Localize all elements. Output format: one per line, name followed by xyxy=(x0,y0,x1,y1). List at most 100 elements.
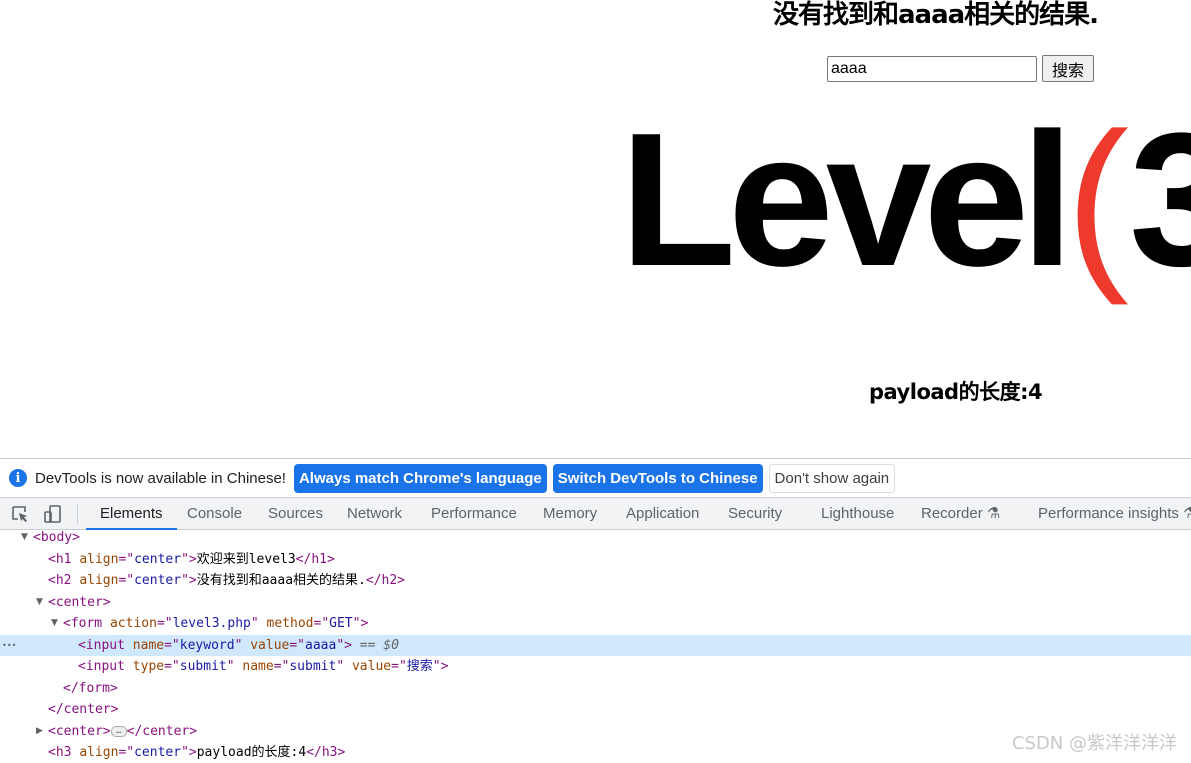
code-token-tag: "> xyxy=(336,637,352,653)
code-token-eq: == $0 xyxy=(351,637,399,653)
code-token-tag: <h2 xyxy=(48,573,80,588)
tab-label: Console xyxy=(187,505,243,522)
dom-node-row[interactable]: </center> xyxy=(0,699,1191,720)
tab-security[interactable]: Security xyxy=(728,498,782,530)
code-token-attr: align xyxy=(79,573,119,588)
code-token-tag: <body> xyxy=(33,530,80,545)
dom-node-row[interactable]: ▼ <body> xyxy=(0,527,1191,548)
tab-sources[interactable]: Sources xyxy=(268,498,323,530)
tab-lighthouse[interactable]: Lighthouse xyxy=(821,498,894,530)
code-token-tag: </h1> xyxy=(295,551,335,567)
tab-performance[interactable]: Performance xyxy=(431,498,517,530)
tab-console[interactable]: Console xyxy=(187,498,242,530)
code-token-attr: action xyxy=(109,616,157,631)
collapse-triangle-icon[interactable]: ▼ xyxy=(36,592,43,613)
result-heading: 没有找到和aaaa相关的结果. xyxy=(773,0,1099,30)
dom-node-row[interactable]: ••• <input name="keyword" value="aaaa"> =… xyxy=(0,634,1191,656)
code-token-tag: "> xyxy=(352,616,369,631)
expand-triangle-icon[interactable]: ▶ xyxy=(36,721,43,742)
dom-node-row[interactable]: ▼ <form action="level3.php" method="GET"> xyxy=(0,613,1191,634)
tab-label: Performance insights xyxy=(1038,505,1179,522)
tab-elements[interactable]: Elements xyxy=(86,498,177,530)
dom-node-row[interactable]: <h2 align="center">没有找到和aaaa相关的结果.</h2> xyxy=(0,570,1191,591)
code-token-attr: value xyxy=(351,659,392,674)
web-page: 没有找到和aaaa相关的结果. 搜索 Level(3 payload的长度:4 xyxy=(0,0,1191,458)
code-token-val: center xyxy=(134,551,182,567)
tab-recorder[interactable]: Recorder ⚗ xyxy=(921,498,1000,530)
code-token-tag: " xyxy=(336,659,352,674)
watermark: CSDN @紫洋洋洋洋 xyxy=(1011,733,1177,754)
code-token-tag: =" xyxy=(289,637,306,653)
code-token-tag: =" xyxy=(164,659,180,674)
code-token-attr: name xyxy=(242,659,274,674)
code-token-tag: </center> xyxy=(126,723,198,739)
code-token-tag: "> xyxy=(432,659,449,674)
infobar-message: DevTools is now available in Chinese! xyxy=(35,469,286,487)
code-token-attr: align xyxy=(79,551,119,567)
code-token-tag: <center> xyxy=(48,723,111,739)
code-token-tag: </h3> xyxy=(306,745,346,760)
code-token-tag: " xyxy=(226,659,243,674)
code-token-tag: =" xyxy=(156,616,173,631)
code-token-val: 搜索 xyxy=(406,659,433,674)
collapse-triangle-icon[interactable]: ▼ xyxy=(21,527,28,548)
code-token-attr: align xyxy=(79,745,119,760)
experiment-flask-icon: ⚗ xyxy=(1183,505,1191,522)
search-submit-button[interactable]: 搜索 xyxy=(1042,55,1094,82)
code-token-tag: "> xyxy=(181,745,197,760)
device-toolbar-icon[interactable] xyxy=(43,504,63,524)
code-token-attr: name xyxy=(132,637,165,653)
code-token-tag: <h1 xyxy=(48,551,80,567)
code-token-attr: type xyxy=(132,659,165,674)
dom-node-row[interactable]: <input type="submit" name="submit" value… xyxy=(0,656,1191,677)
dom-node-row[interactable]: ▼ <center> xyxy=(0,592,1191,613)
code-token-tag: <h3 xyxy=(48,745,80,760)
code-token-tag: <center> xyxy=(48,594,111,610)
code-token-tag: =" xyxy=(391,659,407,674)
tab-label: Application xyxy=(626,505,700,522)
info-icon: i xyxy=(9,469,27,487)
collapse-triangle-icon[interactable]: ▼ xyxy=(51,613,58,634)
tab-label: Lighthouse xyxy=(821,505,895,522)
code-token-attr: method xyxy=(266,616,314,631)
tab-application[interactable]: Application xyxy=(626,498,699,530)
devtools-tabbar: Elements Console Sources Network Performance… xyxy=(0,497,1191,530)
divider xyxy=(77,504,78,524)
switch-to-chinese-button[interactable]: Switch DevTools to Chinese xyxy=(552,463,763,493)
more-options-icon[interactable]: ••• xyxy=(2,635,16,656)
code-token-txt: 欢迎来到level3 xyxy=(196,551,296,567)
code-token-tag: =" xyxy=(273,659,290,674)
tab-label: Memory xyxy=(543,505,598,522)
collapsed-children-button[interactable]: … xyxy=(110,725,127,737)
keyword-input[interactable] xyxy=(827,56,1037,82)
always-match-language-button[interactable]: Always match Chrome's language xyxy=(293,463,547,493)
dom-node-row[interactable]: <h1 align="center">欢迎来到level3</h1> xyxy=(0,549,1191,570)
code-token-tag: =" xyxy=(313,616,330,631)
tab-label: Network xyxy=(347,505,403,522)
code-token-tag: </h2> xyxy=(365,573,406,588)
tab-label: Elements xyxy=(100,505,163,522)
code-token-tag: =" xyxy=(118,551,135,567)
code-token-val: center xyxy=(134,745,182,760)
inspect-element-icon[interactable] xyxy=(10,504,30,524)
code-token-attr: value xyxy=(250,637,290,653)
code-token-val: submit xyxy=(289,659,337,674)
code-token-tag: <input xyxy=(78,637,133,653)
code-token-tag: " xyxy=(234,637,251,653)
tab-network[interactable]: Network xyxy=(347,498,402,530)
devtools-language-infobar: i DevTools is now available in Chinese! … xyxy=(0,458,1191,497)
code-token-val: submit xyxy=(179,659,227,674)
tab-performance-insights[interactable]: Performance insights ⚗ xyxy=(1038,498,1191,530)
tab-label: Recorder xyxy=(921,505,983,522)
dont-show-again-button[interactable]: Don't show again xyxy=(768,463,896,493)
code-token-tag: </center> xyxy=(48,702,119,717)
code-token-tag: =" xyxy=(118,745,135,760)
code-token-tag: =" xyxy=(118,573,135,588)
code-token-tag: " xyxy=(250,616,267,631)
code-token-tag: "> xyxy=(181,573,197,588)
code-token-val: aaaa xyxy=(305,637,337,653)
code-token-tag: <form xyxy=(63,616,110,631)
dom-node-row[interactable]: </form> xyxy=(0,678,1191,699)
code-token-tag: =" xyxy=(164,637,180,653)
tab-memory[interactable]: Memory xyxy=(543,498,597,530)
